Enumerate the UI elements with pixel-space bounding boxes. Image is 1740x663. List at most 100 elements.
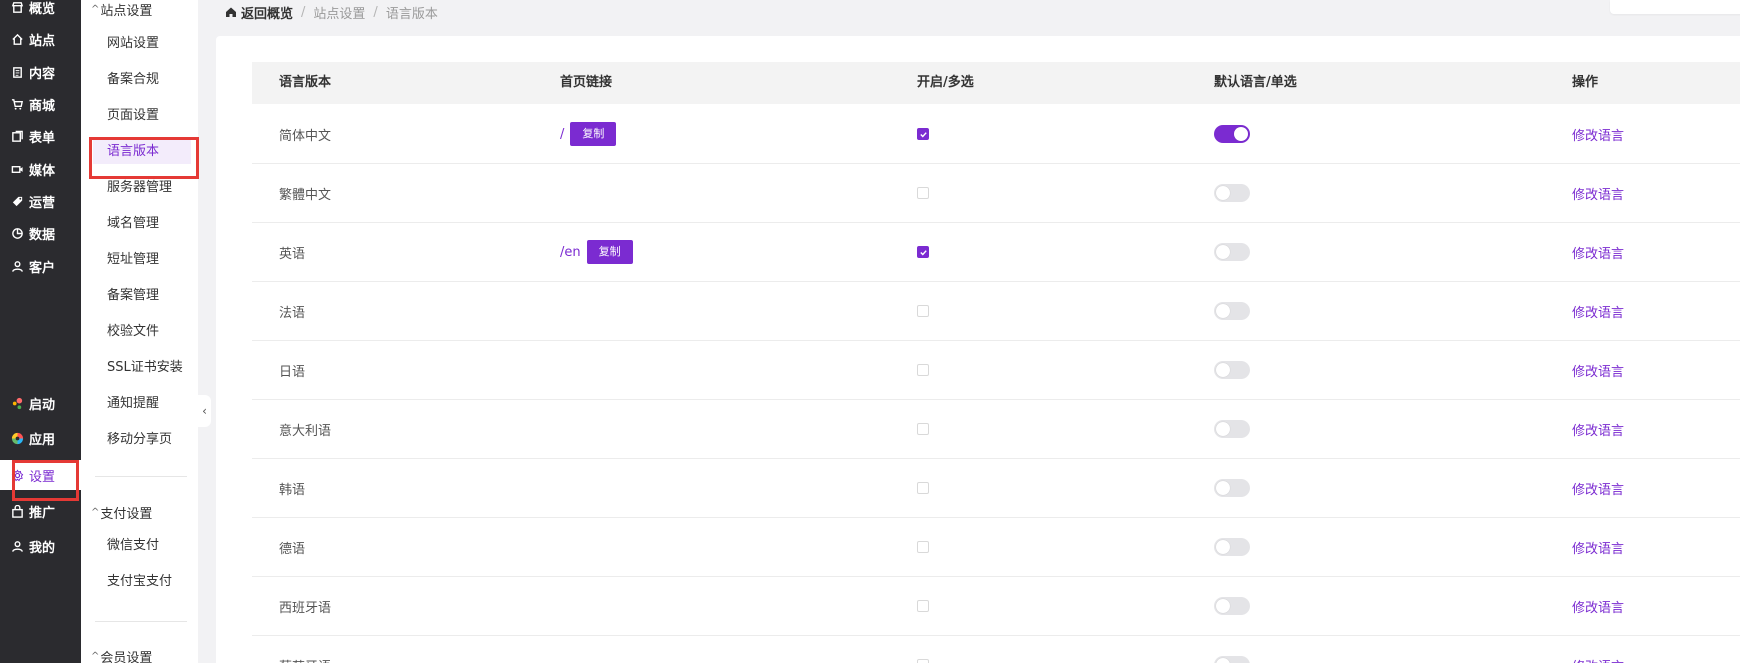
nav-item-data[interactable]: 数据 — [0, 218, 81, 248]
submenu-item[interactable]: 网站设置 — [107, 32, 159, 56]
nav-item-launch[interactable]: 启动 — [0, 388, 81, 418]
actions-cell: 修改语言 — [1572, 223, 1624, 281]
table-row: 德语 修改语言 — [252, 518, 1740, 577]
submenu-item[interactable]: SSL证书安装 — [107, 356, 183, 380]
enable-checkbox[interactable] — [917, 246, 929, 258]
submenu-item[interactable]: 移动分享页 — [107, 428, 172, 452]
default-language-toggle[interactable] — [1214, 361, 1250, 379]
apps-icon — [10, 431, 24, 445]
home-link-text[interactable]: /en — [560, 245, 581, 260]
default-language-toggle[interactable] — [1214, 597, 1250, 615]
table-row: 西班牙语 修改语言 — [252, 577, 1740, 636]
nav-label: 设置 — [29, 469, 56, 485]
actions-cell: 修改语言 — [1572, 105, 1624, 163]
submenu-item[interactable]: 备案合规 — [107, 68, 159, 92]
breadcrumb: 返回概览 / 站点设置 / 语言版本 — [225, 2, 438, 22]
table-row: 意大利语 修改语言 — [252, 400, 1740, 459]
edit-language-link[interactable]: 修改语言 — [1572, 361, 1624, 380]
enable-checkbox[interactable] — [917, 541, 929, 553]
breadcrumb-current: 语言版本 — [385, 6, 438, 22]
default-language-toggle[interactable] — [1214, 243, 1250, 261]
edit-language-link[interactable]: 修改语言 — [1572, 656, 1624, 663]
top-right-panel — [1610, 0, 1740, 14]
breadcrumb-site-settings[interactable]: 站点设置 — [313, 3, 365, 22]
default-language-toggle[interactable] — [1214, 420, 1250, 438]
nav-item-apps[interactable]: 应用 — [0, 423, 81, 453]
enable-checkbox[interactable] — [917, 305, 929, 317]
edit-language-link[interactable]: 修改语言 — [1572, 125, 1624, 144]
edit-language-link[interactable]: 修改语言 — [1572, 243, 1624, 262]
submenu-item[interactable]: 支付宝支付 — [107, 570, 172, 594]
actions-cell: 修改语言 — [1572, 577, 1624, 635]
nav-label: 客户 — [29, 260, 56, 276]
submenu-group-payment[interactable]: ^ 支付设置 — [91, 503, 152, 522]
nav-item-media[interactable]: 媒体 — [0, 154, 81, 184]
enable-checkbox[interactable] — [917, 187, 929, 199]
actions-cell: 修改语言 — [1572, 164, 1624, 222]
default-language-toggle[interactable] — [1214, 302, 1250, 320]
nav-item-content[interactable]: 内容 — [0, 57, 81, 87]
submenu-item-language[interactable]: 语言版本 — [93, 140, 191, 164]
breadcrumb-home-label: 返回概览 — [241, 6, 294, 22]
submenu-item[interactable]: 服务器管理 — [107, 176, 172, 200]
submenu-item[interactable]: 备案管理 — [107, 284, 159, 308]
default-language-toggle[interactable] — [1214, 184, 1250, 202]
checkmark-icon — [919, 131, 927, 138]
submenu-item[interactable]: 校验文件 — [107, 320, 159, 344]
nav-item-mine[interactable]: 我的 — [0, 531, 81, 561]
table-row: 简体中文 / 复制 修改语言 — [252, 105, 1740, 164]
settings-submenu: ^ 站点设置 网站设置 备案合规 页面设置 语言版本 服务器管理 域名管理 短址… — [81, 0, 198, 663]
language-name: 西班牙语 — [279, 600, 332, 616]
copy-button[interactable]: 复制 — [570, 122, 617, 146]
default-language-toggle[interactable] — [1214, 656, 1250, 663]
enable-checkbox[interactable] — [917, 128, 929, 140]
nav-item-site[interactable]: 站点 — [0, 24, 81, 54]
enable-checkbox[interactable] — [917, 364, 929, 376]
nav-item-settings[interactable]: 设置 — [0, 460, 81, 490]
copy-button[interactable]: 复制 — [586, 240, 633, 264]
language-name: 繁體中文 — [279, 187, 332, 203]
default-cell — [1214, 577, 1250, 635]
edit-language-link[interactable]: 修改语言 — [1572, 302, 1624, 321]
submenu-item[interactable]: 微信支付 — [107, 534, 159, 558]
edit-language-link[interactable]: 修改语言 — [1572, 184, 1624, 203]
submenu-group-member[interactable]: ^ 会员设置 — [91, 647, 152, 663]
nav-label: 内容 — [29, 66, 56, 82]
enable-checkbox[interactable] — [917, 423, 929, 435]
submenu-item[interactable]: 通知提醒 — [107, 392, 159, 416]
default-language-toggle[interactable] — [1214, 538, 1250, 556]
nav-label: 推广 — [29, 505, 56, 521]
submenu-group-site[interactable]: ^ 站点设置 — [91, 0, 152, 19]
edit-language-link[interactable]: 修改语言 — [1572, 479, 1624, 498]
enable-checkbox[interactable] — [917, 600, 929, 612]
checkmark-icon — [919, 249, 927, 256]
home-link-text[interactable]: / — [560, 127, 564, 142]
edit-language-link[interactable]: 修改语言 — [1572, 538, 1624, 557]
submenu-item[interactable]: 短址管理 — [107, 248, 159, 272]
nav-item-promotion[interactable]: 推广 — [0, 496, 81, 526]
nav-item-operations[interactable]: 运营 — [0, 186, 81, 216]
nav-item-customers[interactable]: 客户 — [0, 251, 81, 281]
collapse-sidebar-button[interactable]: ‹ — [198, 395, 211, 427]
default-language-toggle[interactable] — [1214, 125, 1250, 143]
edit-language-link[interactable]: 修改语言 — [1572, 420, 1624, 439]
submenu-divider — [95, 621, 187, 622]
nav-item-overview[interactable]: 概览 — [0, 0, 81, 22]
default-language-toggle[interactable] — [1214, 479, 1250, 497]
edit-language-link[interactable]: 修改语言 — [1572, 597, 1624, 616]
enable-checkbox[interactable] — [917, 659, 929, 663]
chart-pie-icon — [10, 226, 24, 240]
table-row: 日语 修改语言 — [252, 341, 1740, 400]
language-table-card: 语言版本 首页链接 开启/多选 默认语言/单选 操作 简体中文 / 复制 修改语言 繁體… — [216, 36, 1740, 663]
nav-item-forms[interactable]: 表单 — [0, 121, 81, 151]
enable-checkbox[interactable] — [917, 482, 929, 494]
submenu-item[interactable]: 域名管理 — [107, 212, 159, 236]
default-cell — [1214, 459, 1250, 517]
breadcrumb-separator: / — [301, 4, 306, 20]
nav-item-mall[interactable]: 商城 — [0, 89, 81, 119]
submenu-item[interactable]: 页面设置 — [107, 104, 159, 128]
home-link-cell: / 复制 — [560, 105, 617, 163]
nav-label: 我的 — [29, 540, 56, 556]
breadcrumb-home[interactable]: 返回概览 — [225, 3, 293, 22]
tag-icon — [10, 194, 24, 208]
